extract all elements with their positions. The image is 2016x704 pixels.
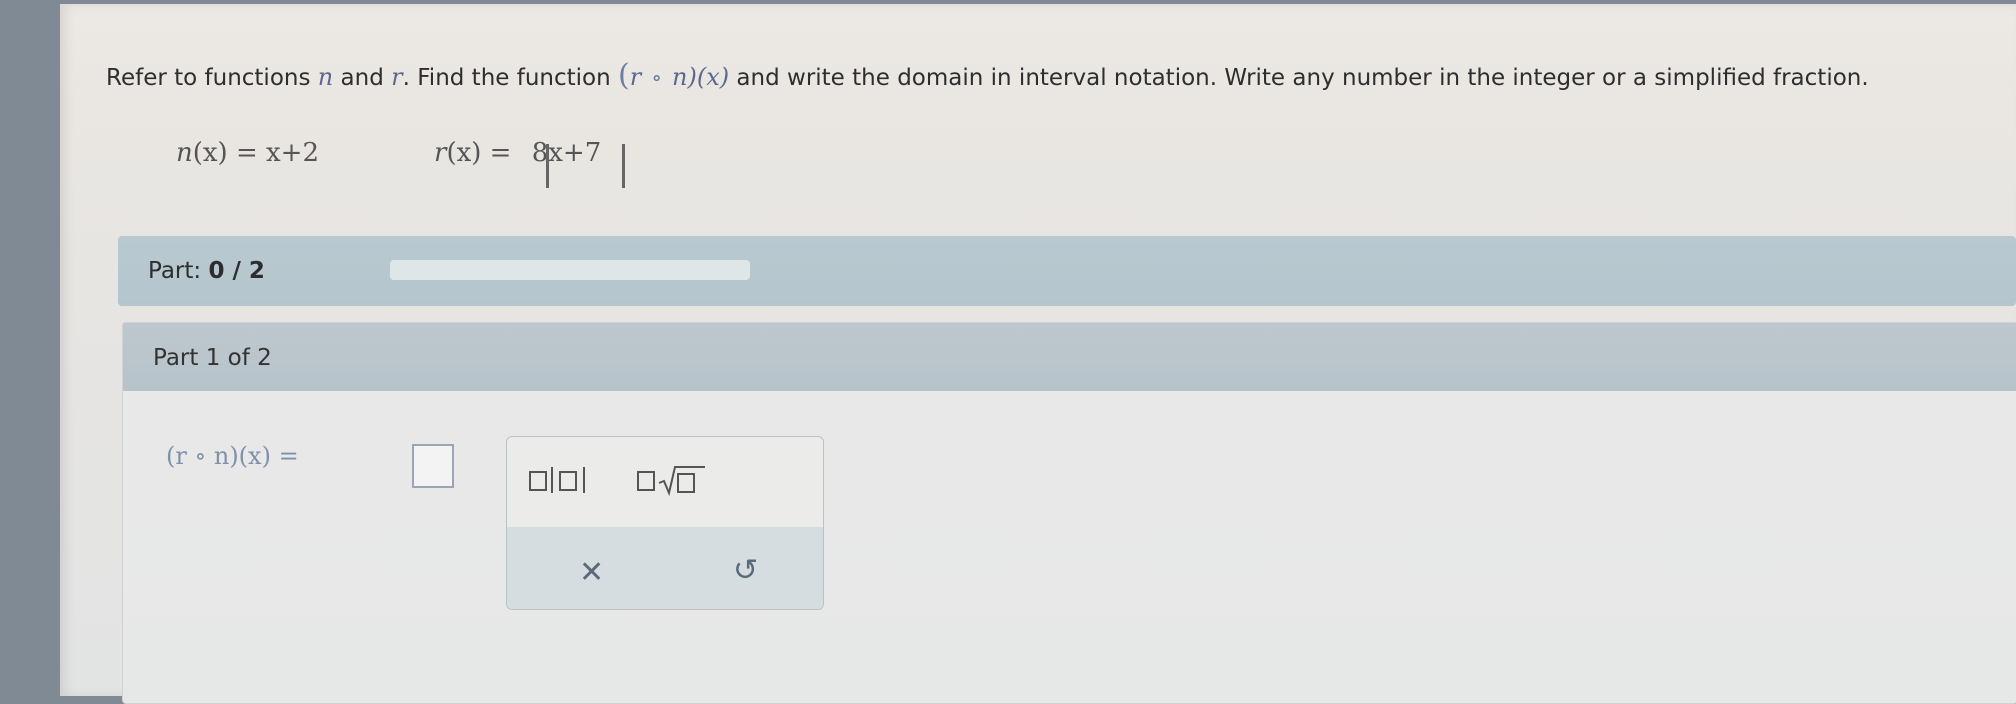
- abs-bar-right: [622, 144, 625, 188]
- abs-bar-icon: [583, 467, 585, 493]
- progress-bar: [390, 260, 750, 280]
- fn-n-symbol: n: [317, 63, 334, 91]
- abs-bar-left: [546, 144, 549, 188]
- part-1-panel: Part 1 of 2: [122, 322, 2016, 704]
- question-part-b: . Find the function: [402, 65, 611, 91]
- placeholder-square-icon: [637, 471, 655, 491]
- abs-bar-icon: [551, 467, 553, 493]
- composition-open: (: [618, 58, 630, 93]
- fn-r-symbol: r: [391, 63, 403, 91]
- progress-value: 0 / 2: [208, 258, 265, 284]
- function-r-definition: r(x) = 8x+7: [434, 138, 601, 168]
- r-arg: (x): [446, 138, 482, 168]
- placeholder-square-icon: [559, 471, 577, 491]
- toolbox-actions: [507, 527, 823, 609]
- absolute-value-button[interactable]: [529, 463, 599, 499]
- composition-n: n: [672, 63, 688, 91]
- composition-r: r: [629, 63, 642, 91]
- undo-icon[interactable]: ↺: [733, 553, 758, 588]
- question-text: Refer to functions n and r. Find the fun…: [106, 58, 1869, 93]
- progress-panel: Part: 0 / 2: [118, 236, 2016, 306]
- question-and: and: [340, 65, 384, 91]
- answer-input-box[interactable]: [412, 444, 454, 488]
- placeholder-square-icon: [677, 473, 695, 493]
- r-name: r: [434, 138, 447, 168]
- composition-close: )(x): [687, 63, 730, 91]
- question-part-c: and write the domain in interval notatio…: [736, 65, 1869, 91]
- n-rhs: = x+2: [227, 138, 320, 168]
- composition-circle: ∘: [651, 66, 663, 91]
- function-n-definition: n(x) = x+2: [176, 138, 319, 168]
- part-1-label: Part 1 of 2: [153, 345, 272, 371]
- r-eq: =: [481, 138, 520, 168]
- n-arg: (x): [192, 138, 228, 168]
- math-toolbox: ✕ ↺: [506, 436, 824, 610]
- placeholder-square-icon: [529, 471, 547, 491]
- screen: Refer to functions n and r. Find the fun…: [60, 4, 2016, 704]
- r-abs-content: 8x+7: [531, 138, 602, 168]
- progress-label-text: Part:: [148, 258, 202, 284]
- progress-label: Part: 0 / 2: [148, 258, 265, 284]
- answer-lhs: (r ∘ n)(x) =: [166, 442, 299, 470]
- clear-icon[interactable]: ✕: [579, 555, 604, 590]
- part-1-header[interactable]: Part 1 of 2: [123, 323, 2016, 391]
- n-name: n: [176, 138, 193, 168]
- question-part-a: Refer to functions: [106, 65, 311, 91]
- square-root-button[interactable]: [637, 463, 707, 499]
